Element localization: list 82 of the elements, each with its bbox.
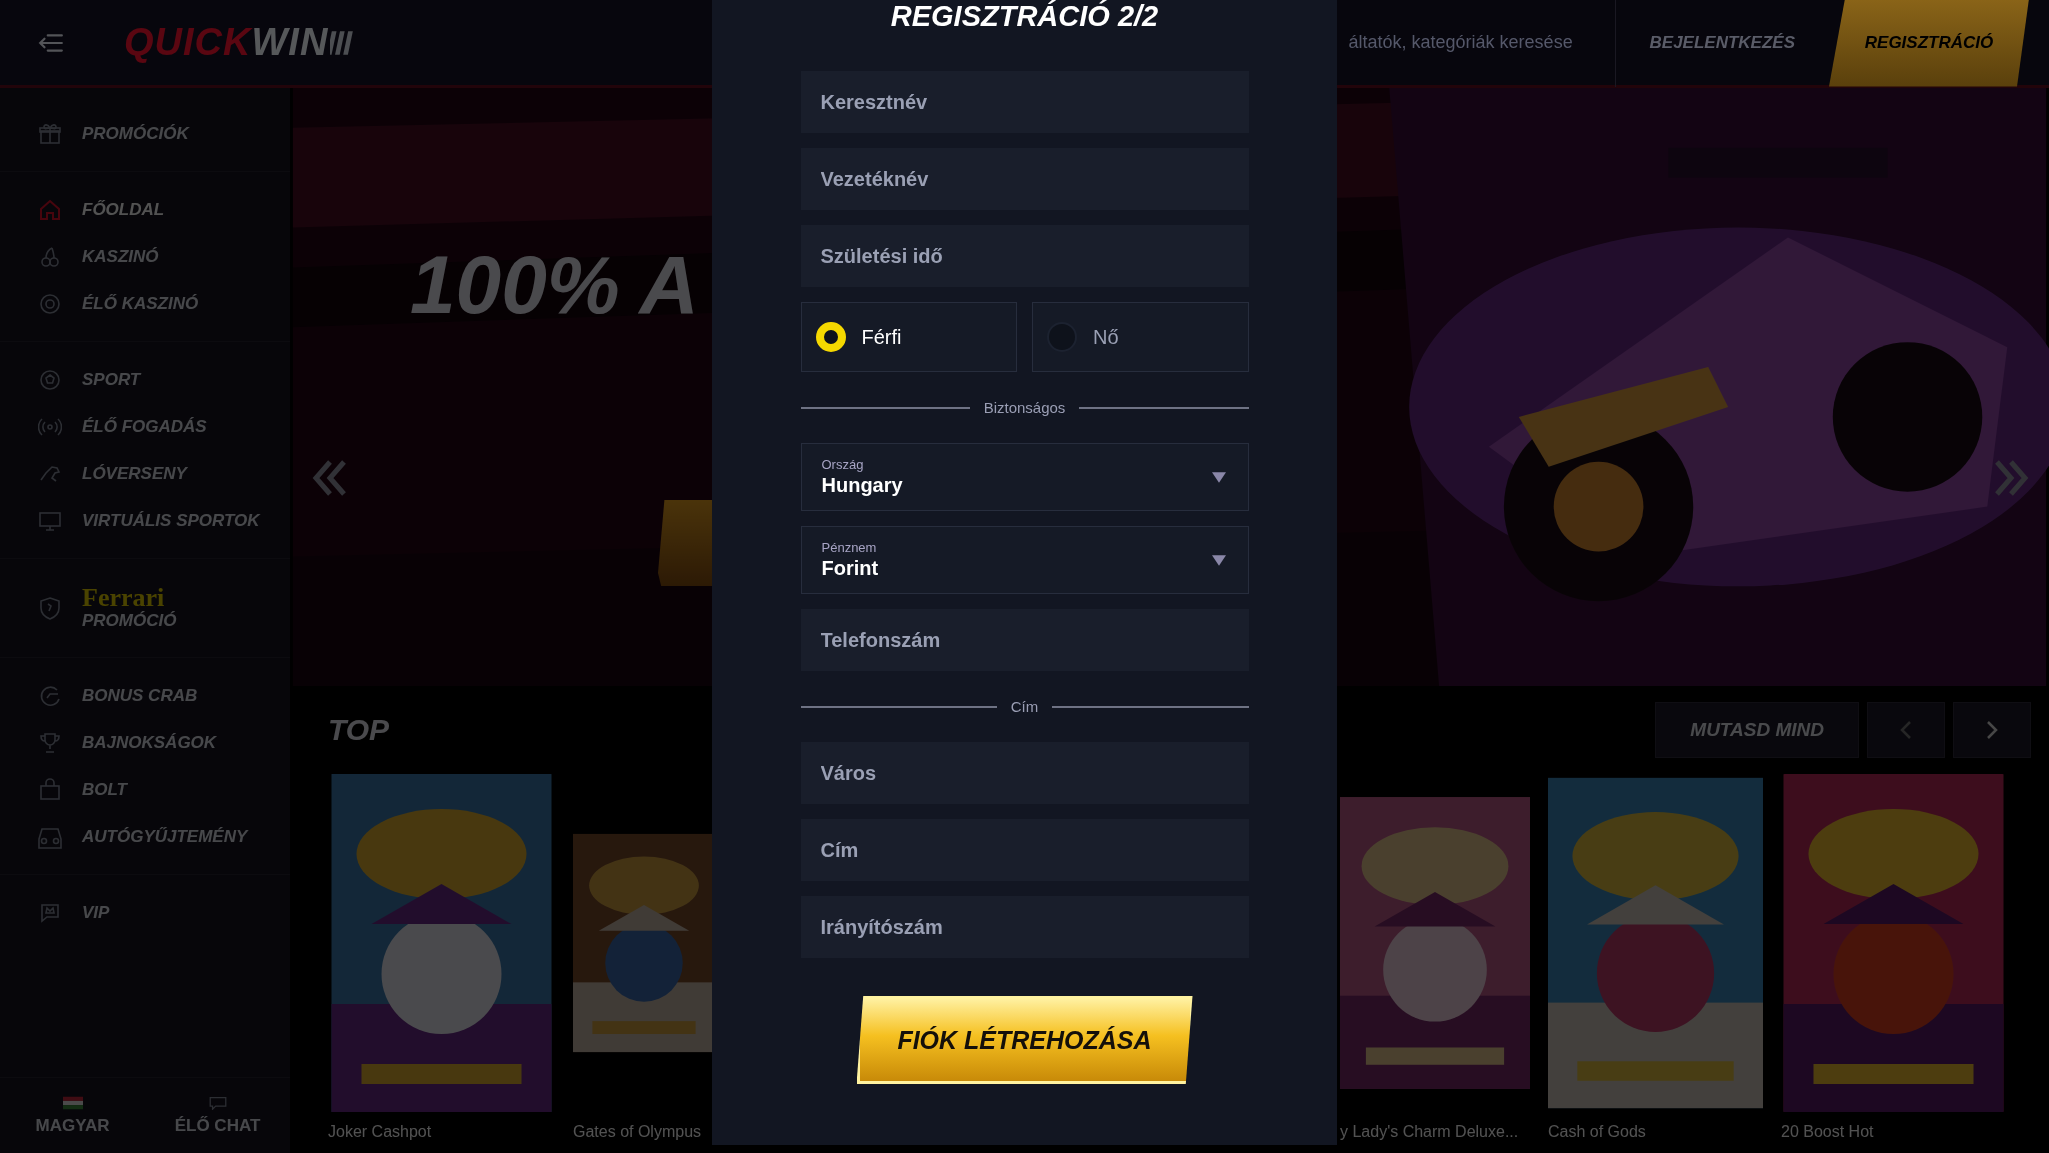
sidebar-label: FŐOLDAL xyxy=(82,199,165,220)
input-field[interactable]: Keresztnév xyxy=(800,71,1249,133)
previous-button[interactable] xyxy=(1867,702,1945,758)
section-label: Biztonságos xyxy=(983,399,1066,416)
gift-icon xyxy=(38,121,62,146)
input-field[interactable]: Születési idő xyxy=(800,225,1249,287)
sidebar-item[interactable]: VIRTUÁLIS SPORTOK xyxy=(0,497,290,544)
sidebar-item[interactable]: ÉLŐ KASZINÓ xyxy=(0,280,290,327)
sidebar-item[interactable]: VIP xyxy=(0,889,290,936)
modal-title: REGISZTRÁCIÓ 2/2 xyxy=(890,0,1159,34)
sidebar-item[interactable]: ÉLŐ FOGADÁS xyxy=(0,403,290,450)
section-title: TOP xyxy=(328,713,390,747)
login-button[interactable]: BEJELENTKEZÉS xyxy=(1614,0,1829,87)
swirl-icon xyxy=(38,683,62,708)
input-field[interactable]: Város xyxy=(800,742,1249,804)
field-value: Hungary xyxy=(821,474,904,497)
live-chat-button[interactable]: ÉLŐ CHAT xyxy=(145,1078,290,1153)
game-title: Joker Cashpot xyxy=(328,1122,433,1142)
dropdown-field[interactable]: Pénznem Forint xyxy=(800,526,1249,594)
field-value: Forint xyxy=(821,557,880,580)
search-field[interactable]: áltatók, kategóriák keresése xyxy=(1344,17,1615,68)
banner-headline: 100% A xyxy=(410,238,699,332)
sidebar-item[interactable]: BONUS CRAB xyxy=(0,672,290,719)
sidebar-label: BOLT xyxy=(82,779,127,800)
sidebar-label: SPORT xyxy=(82,369,141,390)
radio-label: Férfi xyxy=(861,325,902,349)
sidebar-item[interactable]: FŐOLDAL xyxy=(0,186,290,233)
sidebar-item[interactable]: BOLT xyxy=(0,766,290,813)
game-title: 20 Boost Hot xyxy=(1781,1122,1875,1142)
sidebar-label: ÉLŐ FOGADÁS xyxy=(82,416,207,437)
cherries-icon xyxy=(38,244,62,269)
sidebar-label: PROMÓCIÓK xyxy=(82,123,189,144)
home-icon xyxy=(38,197,62,222)
shield-icon xyxy=(38,596,62,620)
field-label: Ország xyxy=(821,457,865,472)
sidebar-label: PROMÓCIÓ xyxy=(82,611,177,631)
brand-logo: Ferrari xyxy=(82,585,165,611)
radio-option[interactable]: Férfi xyxy=(800,302,1017,372)
input-field[interactable]: Cím xyxy=(800,819,1249,881)
dropdown-field[interactable]: Ország Hungary xyxy=(800,443,1249,511)
field-label: Pénznem xyxy=(821,540,878,555)
caret-icon xyxy=(1211,554,1226,566)
sidebar-item[interactable]: LÓVERSENY xyxy=(0,450,290,497)
bag-icon xyxy=(38,777,62,802)
chat-icon xyxy=(207,1095,228,1110)
next-button[interactable] xyxy=(1953,702,2031,758)
ball-icon xyxy=(38,367,62,392)
register-button[interactable]: REGISZTRÁCIÓ xyxy=(1829,0,2029,87)
game-title: Gates of Olympus xyxy=(573,1122,703,1142)
show-all-button[interactable]: MUTASD MIND xyxy=(1655,702,1859,758)
sidebar-item[interactable]: KASZINÓ xyxy=(0,233,290,280)
section-label: Cím xyxy=(1010,698,1039,715)
trophy-icon xyxy=(38,730,62,755)
sidebar-label: BONUS CRAB xyxy=(82,685,198,706)
game-title: Cash of Gods xyxy=(1548,1122,1647,1142)
sidebar-item[interactable]: SPORT xyxy=(0,356,290,403)
sidebar-item[interactable]: PROMÓCIÓK xyxy=(0,110,290,157)
sidebar-item[interactable]: Ferrari PROMÓCIÓ xyxy=(0,573,290,643)
radio-option[interactable]: Nő xyxy=(1032,302,1249,372)
sidebar-label: VIP xyxy=(82,902,110,923)
input-field[interactable]: Vezetéknév xyxy=(800,148,1249,210)
sidebar-item[interactable]: AUTÓGYŰJTEMÉNY xyxy=(0,813,290,860)
chevron-right-icon xyxy=(1986,720,1998,740)
input-field[interactable]: Irányítószám xyxy=(800,896,1249,958)
chip-icon xyxy=(38,291,62,316)
input-field[interactable]: Telefonszám xyxy=(800,609,1249,671)
sidebar-item[interactable]: BAJNOKSÁGOK xyxy=(0,719,290,766)
language-button[interactable]: MAGYAR xyxy=(0,1078,145,1153)
sidebar-label: AUTÓGYŰJTEMÉNY xyxy=(82,826,248,847)
logo[interactable]: QUICKWIN xyxy=(124,21,359,64)
sidebar-label: LÓVERSENY xyxy=(82,463,187,484)
create-account-button[interactable]: FIÓK LÉTREHOZÁSA xyxy=(856,996,1193,1084)
flag-icon xyxy=(62,1095,83,1110)
caret-icon xyxy=(1211,471,1226,483)
game-title: y Lady's Charm Deluxe... xyxy=(1340,1122,1520,1142)
radio-label: Nő xyxy=(1093,325,1119,349)
chevron-left-icon xyxy=(1900,720,1912,740)
sidebar-label: VIRTUÁLIS SPORTOK xyxy=(82,510,260,531)
sidebar-label: BAJNOKSÁGOK xyxy=(82,732,217,753)
menu-icon[interactable] xyxy=(38,31,64,54)
sidebar-label: ÉLŐ KASZINÓ xyxy=(82,293,199,314)
sidebar-label: KASZINÓ xyxy=(82,246,159,267)
